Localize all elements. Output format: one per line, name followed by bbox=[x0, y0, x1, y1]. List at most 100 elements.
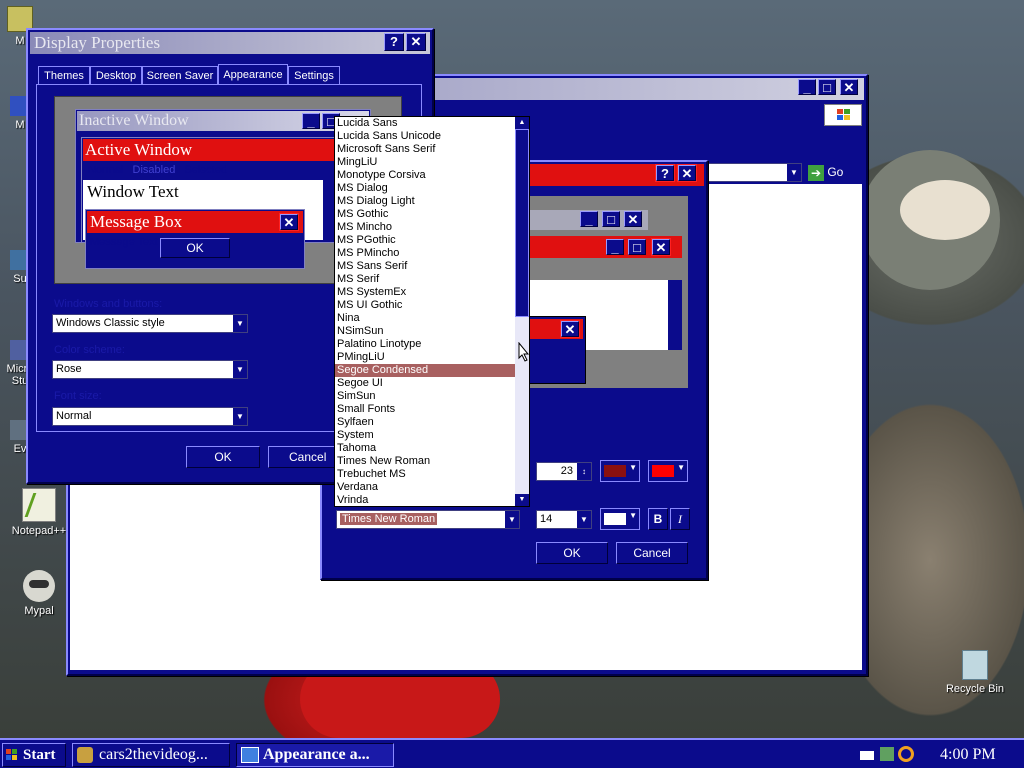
display-properties-icon bbox=[241, 747, 259, 763]
preview-message-box: Message Box ✕ Message Text OK bbox=[85, 209, 305, 269]
color2-picker[interactable]: ▼ bbox=[648, 460, 688, 482]
taskbar-task-cars2[interactable]: cars2thevideog... bbox=[72, 743, 230, 767]
chevron-down-icon[interactable]: ▼ bbox=[233, 315, 247, 332]
font-list-item[interactable]: Microsoft Sans Serif bbox=[335, 143, 529, 156]
help-button[interactable]: ? bbox=[384, 33, 404, 51]
taskbar-task-appearance[interactable]: Appearance a... bbox=[236, 743, 394, 767]
font-list-item[interactable]: System bbox=[335, 429, 529, 442]
preview-menu-normal: Normal bbox=[88, 164, 124, 176]
display-ok-button[interactable]: OK bbox=[186, 446, 260, 468]
preview-menu-bar: Normal Disabled Selected bbox=[88, 164, 227, 176]
size-spinner[interactable]: 23 ↕ bbox=[536, 462, 592, 481]
color1-picker[interactable]: ▼ bbox=[600, 460, 640, 482]
desktop-icon-recycle-bin[interactable]: Recycle Bin bbox=[940, 650, 1010, 695]
font-list-item[interactable]: Segoe Condensed bbox=[335, 364, 529, 377]
minimize-button[interactable]: _ bbox=[798, 79, 816, 95]
font-list-item[interactable]: Nina bbox=[335, 312, 529, 325]
close-icon: ✕ bbox=[279, 213, 299, 231]
scroll-up-arrow-icon[interactable]: ▲ bbox=[515, 117, 529, 129]
address-combo[interactable]: ▼ bbox=[702, 163, 802, 182]
font-list-item[interactable]: SimSun bbox=[335, 390, 529, 403]
close-button[interactable]: ✕ bbox=[406, 33, 426, 51]
bold-button[interactable]: B bbox=[648, 508, 668, 530]
spinner-arrows-icon[interactable]: ↕ bbox=[577, 463, 591, 480]
tab-desktop[interactable]: Desktop bbox=[90, 66, 142, 85]
network-icon[interactable] bbox=[880, 747, 894, 761]
font-list-item[interactable]: MS Gothic bbox=[335, 208, 529, 221]
font-list-item[interactable]: MingLiU bbox=[335, 156, 529, 169]
display-cancel-button[interactable]: Cancel bbox=[268, 446, 342, 468]
desktop-icon-mypal[interactable]: Mypal bbox=[4, 570, 74, 617]
font-list-item[interactable]: MS Dialog bbox=[335, 182, 529, 195]
font-combo[interactable]: Times New Roman ▼ bbox=[336, 510, 520, 529]
font-list-item[interactable]: MS PGothic bbox=[335, 234, 529, 247]
preview-window-text: Window Text bbox=[87, 182, 179, 201]
font-list-item[interactable]: Segoe UI bbox=[335, 377, 529, 390]
italic-button[interactable]: I bbox=[670, 508, 690, 530]
font-list-item[interactable]: MS SystemEx bbox=[335, 286, 529, 299]
font-list-item[interactable]: MS Mincho bbox=[335, 221, 529, 234]
chevron-down-icon[interactable]: ▼ bbox=[787, 164, 801, 181]
wallpaper-car-detail bbox=[900, 180, 990, 240]
font-color-picker[interactable]: ▼ bbox=[600, 508, 640, 530]
desktop-icon-notepadpp[interactable]: Notepad++ bbox=[4, 488, 74, 537]
chevron-down-icon[interactable]: ▼ bbox=[505, 511, 519, 528]
close-button[interactable]: ✕ bbox=[840, 79, 858, 95]
font-list-item[interactable]: Times New Roman bbox=[335, 455, 529, 468]
advanced-ok-button[interactable]: OK bbox=[536, 542, 608, 564]
tab-themes[interactable]: Themes bbox=[38, 66, 90, 85]
maximize-icon: □ bbox=[628, 239, 646, 255]
go-button[interactable]: ➔ Go bbox=[808, 162, 843, 182]
font-list-item[interactable]: NSimSun bbox=[335, 325, 529, 338]
search-icon[interactable] bbox=[898, 746, 914, 762]
font-list-item[interactable]: Lucida Sans bbox=[335, 117, 529, 130]
maximize-button[interactable]: □ bbox=[818, 79, 836, 95]
preview-inactive-title: _ □ ✕ bbox=[528, 210, 648, 230]
help-button[interactable]: ? bbox=[655, 164, 675, 182]
preview-active-title: _ □ ✕ bbox=[524, 236, 682, 258]
scroll-down-arrow-icon[interactable]: ▼ bbox=[515, 494, 529, 506]
recycle-bin-icon bbox=[962, 650, 988, 680]
font-list-scrollbar[interactable]: ▲ ▼ bbox=[515, 117, 529, 506]
advanced-cancel-button[interactable]: Cancel bbox=[616, 542, 688, 564]
tab-appearance[interactable]: Appearance bbox=[218, 64, 288, 85]
chevron-down-icon: ▼ bbox=[677, 463, 685, 472]
color-scheme-combo[interactable]: Rose ▼ bbox=[52, 360, 248, 379]
minimize-icon: _ bbox=[606, 239, 624, 255]
font-list-item[interactable]: Monotype Corsiva bbox=[335, 169, 529, 182]
scroll-thumb[interactable] bbox=[515, 129, 529, 317]
color2-swatch bbox=[652, 465, 674, 477]
chevron-down-icon[interactable]: ▼ bbox=[577, 511, 591, 528]
chevron-down-icon[interactable]: ▼ bbox=[233, 408, 247, 425]
font-list-item[interactable]: Palatino Linotype bbox=[335, 338, 529, 351]
font-list-item[interactable]: Small Fonts bbox=[335, 403, 529, 416]
tab-screen-saver[interactable]: Screen Saver bbox=[142, 66, 218, 85]
color1-swatch bbox=[604, 465, 626, 477]
font-list-item[interactable]: Vrinda bbox=[335, 494, 529, 506]
clock[interactable]: 4:00 PM bbox=[940, 745, 996, 765]
font-dropdown-list[interactable]: Lucida Sans Lucida Sans Unicode Microsoft … bbox=[334, 116, 530, 507]
font-size-combo[interactable]: Normal ▼ bbox=[52, 407, 248, 426]
font-list-item[interactable]: MS Sans Serif bbox=[335, 260, 529, 273]
font-list-item[interactable]: PMingLiU bbox=[335, 351, 529, 364]
font-list-item[interactable]: MS Serif bbox=[335, 273, 529, 286]
font-list-item[interactable]: Trebuchet MS bbox=[335, 468, 529, 481]
start-button[interactable]: Start bbox=[2, 743, 66, 767]
font-size-combo[interactable]: 14 ▼ bbox=[536, 510, 592, 529]
windows-buttons-label: Windows and buttons: bbox=[54, 298, 163, 310]
windows-buttons-combo[interactable]: Windows Classic style ▼ bbox=[52, 314, 248, 333]
go-arrow-icon: ➔ bbox=[808, 164, 824, 181]
chevron-down-icon[interactable]: ▼ bbox=[233, 361, 247, 378]
font-list-item[interactable]: MS UI Gothic bbox=[335, 299, 529, 312]
raccoon-icon bbox=[23, 570, 55, 602]
font-list-item[interactable]: MS PMincho bbox=[335, 247, 529, 260]
preview-message-box-title: Message Box bbox=[87, 211, 303, 233]
font-list-item[interactable]: Verdana bbox=[335, 481, 529, 494]
font-list-item[interactable]: Lucida Sans Unicode bbox=[335, 130, 529, 143]
font-list-item[interactable]: MS Dialog Light bbox=[335, 195, 529, 208]
font-list-item[interactable]: Sylfaen bbox=[335, 416, 529, 429]
font-list-item[interactable]: Tahoma bbox=[335, 442, 529, 455]
keyboard-icon[interactable] bbox=[860, 751, 874, 760]
close-button[interactable]: ✕ bbox=[677, 164, 697, 182]
tab-settings[interactable]: Settings bbox=[288, 66, 340, 85]
